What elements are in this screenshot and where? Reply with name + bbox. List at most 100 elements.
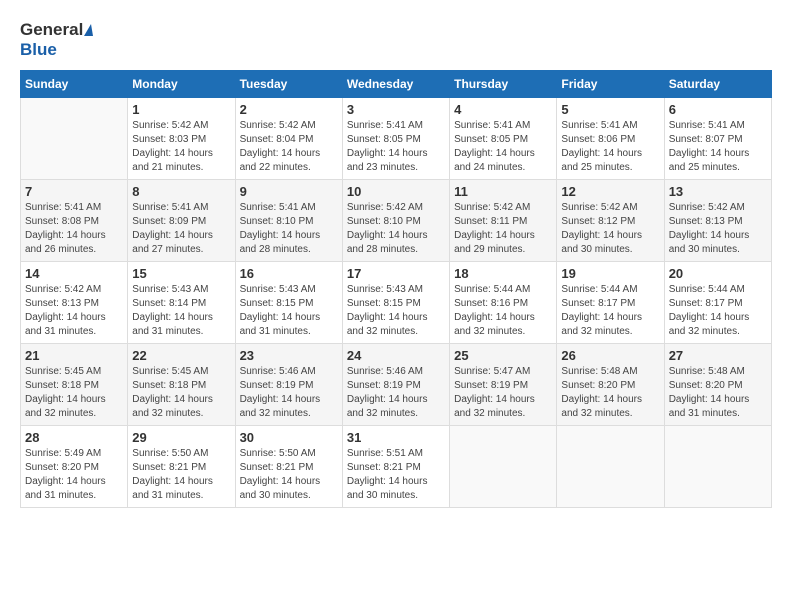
day-cell: 13Sunrise: 5:42 AM Sunset: 8:13 PM Dayli… (664, 180, 771, 262)
day-number: 3 (347, 102, 445, 117)
calendar-body: 1 Sunrise: 5:42 AM Sunset: 8:03 PM Daylig… (21, 98, 772, 508)
week-row-3: 14 Sunrise: 5:42 AM Sunset: 8:13 PM Dayli… (21, 262, 772, 344)
day-info: Sunrise: 5:45 AM Sunset: 8:18 PM Dayligh… (25, 365, 123, 421)
header-cell-monday: Monday (128, 71, 235, 98)
day-number: 1 (132, 102, 230, 117)
day-cell: 21 Sunrise: 5:45 AM Sunset: 8:18 PM Dayli… (21, 344, 128, 426)
day-number: 11 (454, 184, 552, 199)
day-cell: 1 Sunrise: 5:42 AM Sunset: 8:03 PM Daylig… (128, 98, 235, 180)
day-cell: 24 Sunrise: 5:46 AM Sunset: 8:19 PM Dayli… (342, 344, 449, 426)
day-info: Sunrise: 5:44 AM Sunset: 8:17 PM Dayligh… (561, 283, 659, 339)
day-info: Sunrise: 5:42 AM Sunset: 8:03 PM Dayligh… (132, 119, 230, 175)
day-number: 9 (240, 184, 338, 199)
day-cell: 20 Sunrise: 5:44 AM Sunset: 8:17 PM Dayli… (664, 262, 771, 344)
day-cell: 19Sunrise: 5:44 AM Sunset: 8:17 PM Dayli… (557, 262, 664, 344)
header: General Blue (20, 20, 772, 60)
day-info: Sunrise: 5:47 AM Sunset: 8:19 PM Dayligh… (454, 365, 552, 421)
day-number: 24 (347, 348, 445, 363)
day-cell: 16 Sunrise: 5:43 AM Sunset: 8:15 PM Dayli… (235, 262, 342, 344)
day-cell: 12Sunrise: 5:42 AM Sunset: 8:12 PM Dayli… (557, 180, 664, 262)
day-number: 6 (669, 102, 767, 117)
day-cell: 23Sunrise: 5:46 AM Sunset: 8:19 PM Dayli… (235, 344, 342, 426)
week-row-2: 7Sunrise: 5:41 AM Sunset: 8:08 PM Daylig… (21, 180, 772, 262)
header-cell-wednesday: Wednesday (342, 71, 449, 98)
day-cell: 8Sunrise: 5:41 AM Sunset: 8:09 PM Daylig… (128, 180, 235, 262)
day-cell: 28Sunrise: 5:49 AM Sunset: 8:20 PM Dayli… (21, 426, 128, 508)
day-info: Sunrise: 5:43 AM Sunset: 8:15 PM Dayligh… (240, 283, 338, 339)
day-number: 20 (669, 266, 767, 281)
day-cell (664, 426, 771, 508)
day-info: Sunrise: 5:49 AM Sunset: 8:20 PM Dayligh… (25, 447, 123, 503)
day-cell: 11 Sunrise: 5:42 AM Sunset: 8:11 PM Dayli… (450, 180, 557, 262)
header-cell-saturday: Saturday (664, 71, 771, 98)
calendar-table: SundayMondayTuesdayWednesdayThursdayFrid… (20, 70, 772, 508)
day-cell: 10Sunrise: 5:42 AM Sunset: 8:10 PM Dayli… (342, 180, 449, 262)
day-info: Sunrise: 5:42 AM Sunset: 8:13 PM Dayligh… (25, 283, 123, 339)
header-cell-thursday: Thursday (450, 71, 557, 98)
day-number: 17 (347, 266, 445, 281)
day-info: Sunrise: 5:42 AM Sunset: 8:10 PM Dayligh… (347, 201, 445, 257)
day-cell: 14 Sunrise: 5:42 AM Sunset: 8:13 PM Dayli… (21, 262, 128, 344)
logo-blue: Blue (20, 40, 57, 59)
day-cell: 30Sunrise: 5:50 AM Sunset: 8:21 PM Dayli… (235, 426, 342, 508)
day-info: Sunrise: 5:43 AM Sunset: 8:14 PM Dayligh… (132, 283, 230, 339)
day-cell: 2 Sunrise: 5:42 AM Sunset: 8:04 PM Daylig… (235, 98, 342, 180)
day-info: Sunrise: 5:44 AM Sunset: 8:17 PM Dayligh… (669, 283, 767, 339)
day-number: 23 (240, 348, 338, 363)
day-info: Sunrise: 5:48 AM Sunset: 8:20 PM Dayligh… (561, 365, 659, 421)
day-number: 2 (240, 102, 338, 117)
day-number: 8 (132, 184, 230, 199)
day-info: Sunrise: 5:42 AM Sunset: 8:04 PM Dayligh… (240, 119, 338, 175)
day-info: Sunrise: 5:44 AM Sunset: 8:16 PM Dayligh… (454, 283, 552, 339)
day-cell: 15 Sunrise: 5:43 AM Sunset: 8:14 PM Dayli… (128, 262, 235, 344)
day-info: Sunrise: 5:42 AM Sunset: 8:12 PM Dayligh… (561, 201, 659, 257)
header-cell-sunday: Sunday (21, 71, 128, 98)
day-cell: 3 Sunrise: 5:41 AM Sunset: 8:05 PM Daylig… (342, 98, 449, 180)
day-cell: 9Sunrise: 5:41 AM Sunset: 8:10 PM Daylig… (235, 180, 342, 262)
day-info: Sunrise: 5:48 AM Sunset: 8:20 PM Dayligh… (669, 365, 767, 421)
header-cell-tuesday: Tuesday (235, 71, 342, 98)
day-cell: 7Sunrise: 5:41 AM Sunset: 8:08 PM Daylig… (21, 180, 128, 262)
day-info: Sunrise: 5:50 AM Sunset: 8:21 PM Dayligh… (132, 447, 230, 503)
day-info: Sunrise: 5:41 AM Sunset: 8:05 PM Dayligh… (454, 119, 552, 175)
day-info: Sunrise: 5:45 AM Sunset: 8:18 PM Dayligh… (132, 365, 230, 421)
day-number: 30 (240, 430, 338, 445)
day-number: 15 (132, 266, 230, 281)
day-cell: 4 Sunrise: 5:41 AM Sunset: 8:05 PM Daylig… (450, 98, 557, 180)
day-number: 25 (454, 348, 552, 363)
day-info: Sunrise: 5:42 AM Sunset: 8:11 PM Dayligh… (454, 201, 552, 257)
day-cell: 25 Sunrise: 5:47 AM Sunset: 8:19 PM Dayli… (450, 344, 557, 426)
day-cell (450, 426, 557, 508)
day-info: Sunrise: 5:51 AM Sunset: 8:21 PM Dayligh… (347, 447, 445, 503)
logo: General Blue (20, 20, 93, 60)
day-cell: 5Sunrise: 5:41 AM Sunset: 8:06 PM Daylig… (557, 98, 664, 180)
day-cell: 17Sunrise: 5:43 AM Sunset: 8:15 PM Dayli… (342, 262, 449, 344)
day-info: Sunrise: 5:41 AM Sunset: 8:08 PM Dayligh… (25, 201, 123, 257)
day-number: 26 (561, 348, 659, 363)
week-row-5: 28Sunrise: 5:49 AM Sunset: 8:20 PM Dayli… (21, 426, 772, 508)
day-cell: 18 Sunrise: 5:44 AM Sunset: 8:16 PM Dayli… (450, 262, 557, 344)
day-number: 29 (132, 430, 230, 445)
week-row-1: 1 Sunrise: 5:42 AM Sunset: 8:03 PM Daylig… (21, 98, 772, 180)
day-number: 4 (454, 102, 552, 117)
day-number: 14 (25, 266, 123, 281)
day-number: 21 (25, 348, 123, 363)
day-cell: 22 Sunrise: 5:45 AM Sunset: 8:18 PM Dayli… (128, 344, 235, 426)
day-info: Sunrise: 5:46 AM Sunset: 8:19 PM Dayligh… (347, 365, 445, 421)
day-number: 22 (132, 348, 230, 363)
day-info: Sunrise: 5:41 AM Sunset: 8:07 PM Dayligh… (669, 119, 767, 175)
header-row: SundayMondayTuesdayWednesdayThursdayFrid… (21, 71, 772, 98)
day-cell (557, 426, 664, 508)
day-number: 31 (347, 430, 445, 445)
calendar-header: SundayMondayTuesdayWednesdayThursdayFrid… (21, 71, 772, 98)
day-number: 13 (669, 184, 767, 199)
day-info: Sunrise: 5:41 AM Sunset: 8:05 PM Dayligh… (347, 119, 445, 175)
day-cell (21, 98, 128, 180)
day-cell: 26 Sunrise: 5:48 AM Sunset: 8:20 PM Dayli… (557, 344, 664, 426)
day-number: 27 (669, 348, 767, 363)
day-number: 16 (240, 266, 338, 281)
logo-triangle-icon (84, 24, 93, 36)
day-info: Sunrise: 5:41 AM Sunset: 8:06 PM Dayligh… (561, 119, 659, 175)
day-number: 18 (454, 266, 552, 281)
header-cell-friday: Friday (557, 71, 664, 98)
